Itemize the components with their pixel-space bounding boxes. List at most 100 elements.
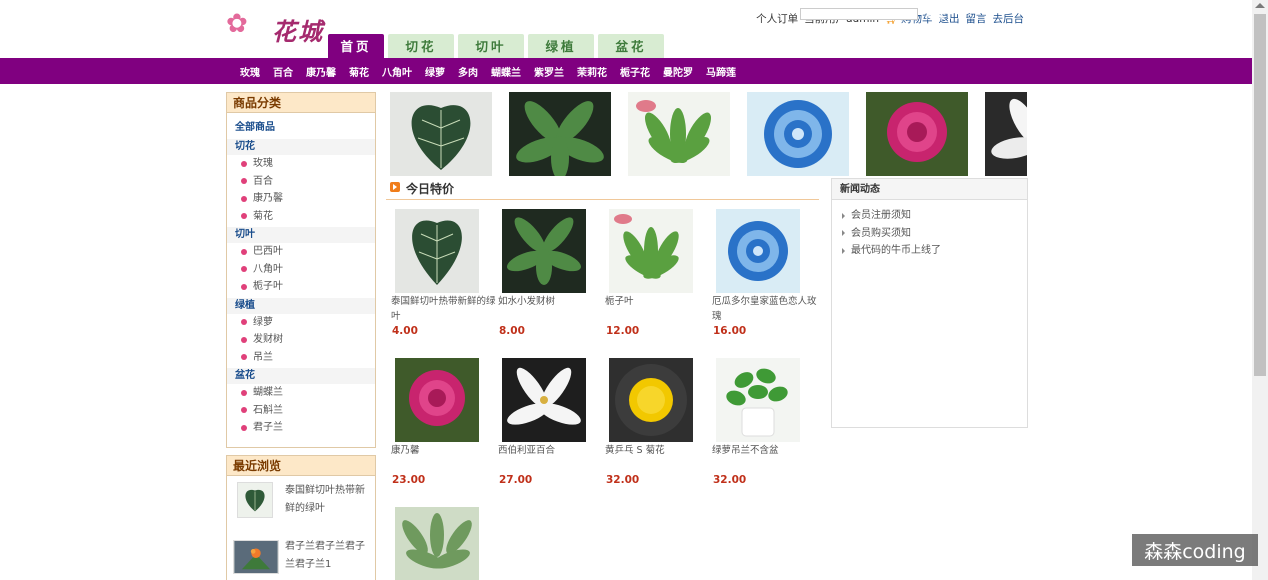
product-price: 12.00 <box>606 325 640 337</box>
category-item[interactable]: 栀子叶 <box>227 278 375 296</box>
news-item[interactable]: 最代码的牛币上线了 <box>832 242 1027 260</box>
tab-cut-leaves[interactable]: 切叶 <box>458 34 524 58</box>
category-group-green-plants[interactable]: 绿植 <box>227 297 375 314</box>
nav-item[interactable]: 曼陀罗 <box>663 64 693 79</box>
search-button[interactable]: 搜索 <box>925 7 945 22</box>
category-item[interactable]: 蝴蝶兰 <box>227 384 375 402</box>
category-group-cut-flowers[interactable]: 切花 <box>227 139 375 155</box>
strip-image-money-tree[interactable] <box>509 92 611 176</box>
category-item[interactable]: 玫瑰 <box>227 155 375 173</box>
category-item[interactable]: 八角叶 <box>227 261 375 279</box>
product-name[interactable]: 黄乒乓 S 菊花 <box>605 443 713 458</box>
category-group-cut-leaves[interactable]: 切叶 <box>227 227 375 243</box>
recent-thumb-leaf[interactable] <box>237 482 273 518</box>
product-name[interactable]: 西伯利亚百合 <box>498 443 606 458</box>
product-price: 32.00 <box>713 474 747 486</box>
product-image-money-tree[interactable] <box>502 209 586 293</box>
category-item[interactable]: 发财树 <box>227 331 375 349</box>
recent-panel: 最近浏览 泰国鲜切叶热带新鲜的绿叶 君子兰君子兰君子兰君子兰1 <box>226 455 376 580</box>
nav-item[interactable]: 菊花 <box>349 64 369 79</box>
nav-item[interactable]: 马蹄莲 <box>706 64 736 79</box>
category-item[interactable]: 君子兰 <box>227 419 375 437</box>
recent-item[interactable]: 君子兰君子兰君子兰君子兰1 <box>227 538 375 580</box>
news-item[interactable]: 会员注册须知 <box>832 207 1027 225</box>
nav-item[interactable]: 玫瑰 <box>240 64 260 79</box>
product-price: 4.00 <box>392 325 418 337</box>
scrollbar-thumb[interactable] <box>1254 14 1266 376</box>
product-name[interactable]: 厄瓜多尔皇家蓝色恋人玫瑰 <box>712 294 820 324</box>
strip-image-carnation[interactable] <box>866 92 968 176</box>
category-navbar: 玫瑰 百合 康乃馨 菊花 八角叶 绿萝 多肉 蝴蝶兰 紫罗兰 茉莉花 栀子花 曼… <box>0 58 1252 84</box>
product-image-blue-rose[interactable] <box>716 209 800 293</box>
product-image-gardenia-leaf[interactable] <box>609 209 693 293</box>
product-name[interactable]: 绿萝吊兰不含盆 <box>712 443 820 458</box>
nav-item[interactable]: 蝴蝶兰 <box>491 64 521 79</box>
admin-link[interactable]: 去后台 <box>993 11 1025 26</box>
nav-item[interactable]: 多肉 <box>458 64 478 79</box>
flower-icon: ✿ <box>226 9 248 39</box>
nav-item[interactable]: 八角叶 <box>382 64 412 79</box>
product-image-pompon-chrysanthemum[interactable] <box>609 358 693 442</box>
category-item[interactable]: 巴西叶 <box>227 243 375 261</box>
category-item[interactable]: 绿萝 <box>227 314 375 332</box>
news-list: 会员注册须知 会员购买须知 最代码的牛币上线了 <box>832 200 1027 260</box>
category-item-label: 八角叶 <box>253 263 283 275</box>
category-group-potted-flowers[interactable]: 盆花 <box>227 368 375 384</box>
recent-item[interactable]: 泰国鲜切叶热带新鲜的绿叶 <box>227 482 375 532</box>
category-item[interactable]: 吊兰 <box>227 349 375 367</box>
main-tabs: 首页 切花 切叶 绿植 盆花 <box>328 34 664 58</box>
category-item[interactable]: 菊花 <box>227 208 375 226</box>
category-item-label: 君子兰 <box>253 422 283 433</box>
strip-image-gardenia-leaf[interactable] <box>628 92 730 176</box>
nav-item[interactable]: 康乃馨 <box>306 64 336 79</box>
nav-item[interactable]: 百合 <box>273 64 293 79</box>
strip-image-leaf[interactable] <box>390 92 492 176</box>
nav-item[interactable]: 紫罗兰 <box>534 64 564 79</box>
watermark: 森森coding <box>1132 534 1258 566</box>
bullet-icon <box>241 213 247 220</box>
product-image-leaf[interactable] <box>395 209 479 293</box>
recent-item-name[interactable]: 君子兰君子兰君子兰君子兰1 <box>285 538 369 574</box>
nav-item[interactable]: 栀子花 <box>620 64 650 79</box>
message-link[interactable]: 留言 <box>966 11 987 26</box>
bullet-icon <box>241 248 247 255</box>
bullet-icon <box>241 266 247 273</box>
bullet-icon <box>241 354 247 361</box>
nav-items: 玫瑰 百合 康乃馨 菊花 八角叶 绿萝 多肉 蝴蝶兰 紫罗兰 茉莉花 栀子花 曼… <box>240 58 749 84</box>
product-name[interactable]: 栀子叶 <box>605 294 713 309</box>
category-item[interactable]: 石斛兰 <box>227 402 375 420</box>
bullet-icon <box>241 195 247 202</box>
search-input[interactable] <box>800 8 918 20</box>
tab-green-plants[interactable]: 绿植 <box>528 34 594 58</box>
strip-image-lily[interactable] <box>985 92 1027 176</box>
category-panel-title: 商品分类 <box>227 93 375 113</box>
category-item[interactable]: 康乃馨 <box>227 190 375 208</box>
product-name[interactable]: 康乃馨 <box>391 443 499 458</box>
nav-item[interactable]: 茉莉花 <box>577 64 607 79</box>
scroll-up-arrow-icon[interactable] <box>1255 3 1265 8</box>
product-name[interactable]: 泰国鲜切叶热带新鲜的绿叶 <box>391 294 499 324</box>
tab-potted-flowers[interactable]: 盆花 <box>598 34 664 58</box>
nav-item[interactable]: 绿萝 <box>425 64 445 79</box>
category-item-label: 康乃馨 <box>253 193 283 204</box>
deals-header: 今日特价 <box>386 178 819 200</box>
site-logo[interactable]: ✿ 花城 <box>226 6 326 46</box>
tab-cut-flowers[interactable]: 切花 <box>388 34 454 58</box>
product-image-lily[interactable] <box>502 358 586 442</box>
product-image-succulent[interactable] <box>395 507 479 580</box>
category-item[interactable]: 百合 <box>227 173 375 191</box>
bullet-icon <box>241 319 247 326</box>
strip-image-blue-rose[interactable] <box>747 92 849 176</box>
category-all[interactable]: 全部商品 <box>227 119 375 137</box>
product-image-carnation[interactable] <box>395 358 479 442</box>
orders-link[interactable]: 个人订单 <box>756 11 798 26</box>
product-name[interactable]: 如水小发财树 <box>498 294 606 309</box>
category-item-label: 栀子叶 <box>253 281 283 292</box>
bullet-icon <box>241 160 247 167</box>
recent-item-name[interactable]: 泰国鲜切叶热带新鲜的绿叶 <box>285 482 369 518</box>
recent-thumb-clivia[interactable] <box>233 540 279 574</box>
product-price: 16.00 <box>713 325 747 337</box>
news-item[interactable]: 会员购买须知 <box>832 225 1027 243</box>
tab-home[interactable]: 首页 <box>328 34 384 58</box>
product-image-pothos[interactable] <box>716 358 800 442</box>
